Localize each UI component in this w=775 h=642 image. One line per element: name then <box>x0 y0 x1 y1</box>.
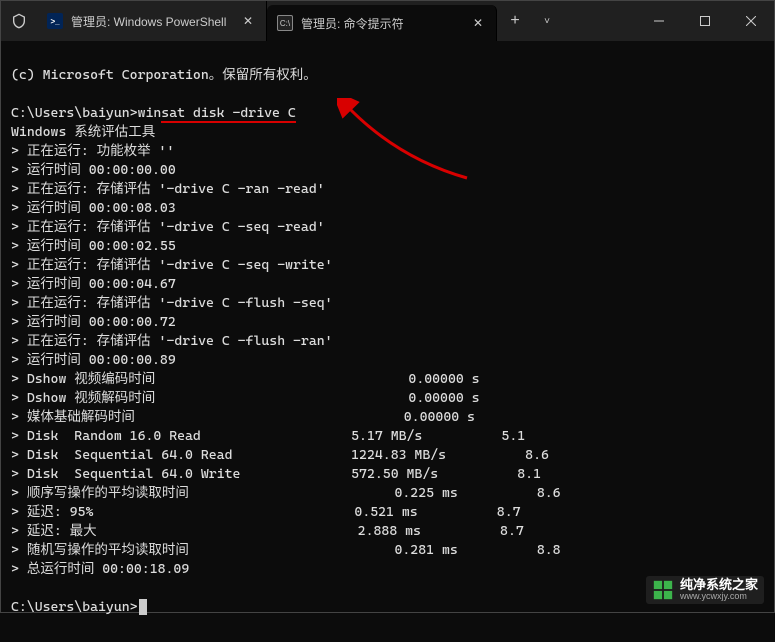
output-line: > 顺序写操作的平均读取时间 0.225 ms 8.6 <box>11 485 561 501</box>
watermark-logo-icon <box>652 579 674 601</box>
output-line: > 运行时间 00:00:08.03 <box>11 200 176 216</box>
output-line: > Disk Sequential 64.0 Read 1224.83 MB/s… <box>11 447 549 463</box>
close-button[interactable] <box>728 1 774 41</box>
maximize-button[interactable] <box>682 1 728 41</box>
minimize-button[interactable] <box>636 1 682 41</box>
output-line: > Disk Sequential 64.0 Write 572.50 MB/s… <box>11 466 541 482</box>
output-line: > 运行时间 00:00:00.00 <box>11 162 176 178</box>
output-line: > 正在运行: 存储评估 '-drive C -flush -seq' <box>11 295 333 311</box>
output-line: > 延迟: 95% 0.521 ms 8.7 <box>11 504 521 520</box>
output-line: > Dshow 视频编码时间 0.00000 s <box>11 371 480 387</box>
output-line: > 延迟: 最大 2.888 ms 8.7 <box>11 523 524 539</box>
tool-header: Windows 系统评估工具 <box>11 124 155 140</box>
watermark: 纯净系统之家 www.ycwxjy.com <box>646 576 764 604</box>
output-line: > 运行时间 00:00:04.67 <box>11 276 176 292</box>
command-text: win <box>138 105 162 121</box>
terminal-output[interactable]: (c) Microsoft Corporation。保留所有权利。 C:\Use… <box>1 41 774 642</box>
close-icon[interactable]: ✕ <box>240 13 256 29</box>
window-controls <box>636 1 774 41</box>
output-line: > 正在运行: 功能枚举 '' <box>11 143 174 159</box>
annotation-arrow-icon <box>337 98 477 188</box>
output-line: > 随机写操作的平均读取时间 0.281 ms 8.8 <box>11 542 561 558</box>
close-icon[interactable]: ✕ <box>470 15 486 31</box>
output-line: > Dshow 视频解码时间 0.00000 s <box>11 390 480 406</box>
tab-title: 管理员: 命令提示符 <box>301 15 462 32</box>
prompt: C:\Users\baiyun> <box>11 105 138 121</box>
output-line: > 运行时间 00:00:00.89 <box>11 352 176 368</box>
output-line: > 正在运行: 存储评估 '-drive C -flush -ran' <box>11 333 333 349</box>
tab-dropdown-button[interactable]: ˅ <box>533 1 561 41</box>
output-line: > 运行时间 00:00:02.55 <box>11 238 176 254</box>
output-line: > 媒体基础解码时间 0.00000 s <box>11 409 475 425</box>
output-line: > 正在运行: 存储评估 '-drive C -seq -read' <box>11 219 325 235</box>
output-line: > 运行时间 00:00:00.72 <box>11 314 176 330</box>
copyright-line: (c) Microsoft Corporation。保留所有权利。 <box>11 67 317 83</box>
output-line: > 总运行时间 00:00:18.09 <box>11 561 189 577</box>
powershell-icon: >_ <box>47 13 63 29</box>
watermark-title: 纯净系统之家 <box>680 578 758 592</box>
output-line: > 正在运行: 存储评估 '-drive C -ran -read' <box>11 181 325 197</box>
command-highlight: sat disk -drive C <box>161 105 295 123</box>
output-line: > 正在运行: 存储评估 '-drive C -seq -write' <box>11 257 333 273</box>
new-tab-button[interactable]: + <box>497 1 533 41</box>
tab-powershell[interactable]: >_ 管理员: Windows PowerShell ✕ <box>37 1 267 41</box>
shield-icon <box>1 1 37 41</box>
cmd-icon: C:\ <box>277 15 293 31</box>
output-line: > Disk Random 16.0 Read 5.17 MB/s 5.1 <box>11 428 525 444</box>
titlebar: >_ 管理员: Windows PowerShell ✕ C:\ 管理员: 命令… <box>1 1 774 41</box>
watermark-url: www.ycwxjy.com <box>680 592 758 602</box>
tab-title: 管理员: Windows PowerShell <box>71 13 232 30</box>
titlebar-drag-area[interactable] <box>561 1 636 41</box>
tab-cmd[interactable]: C:\ 管理员: 命令提示符 ✕ <box>267 5 497 41</box>
